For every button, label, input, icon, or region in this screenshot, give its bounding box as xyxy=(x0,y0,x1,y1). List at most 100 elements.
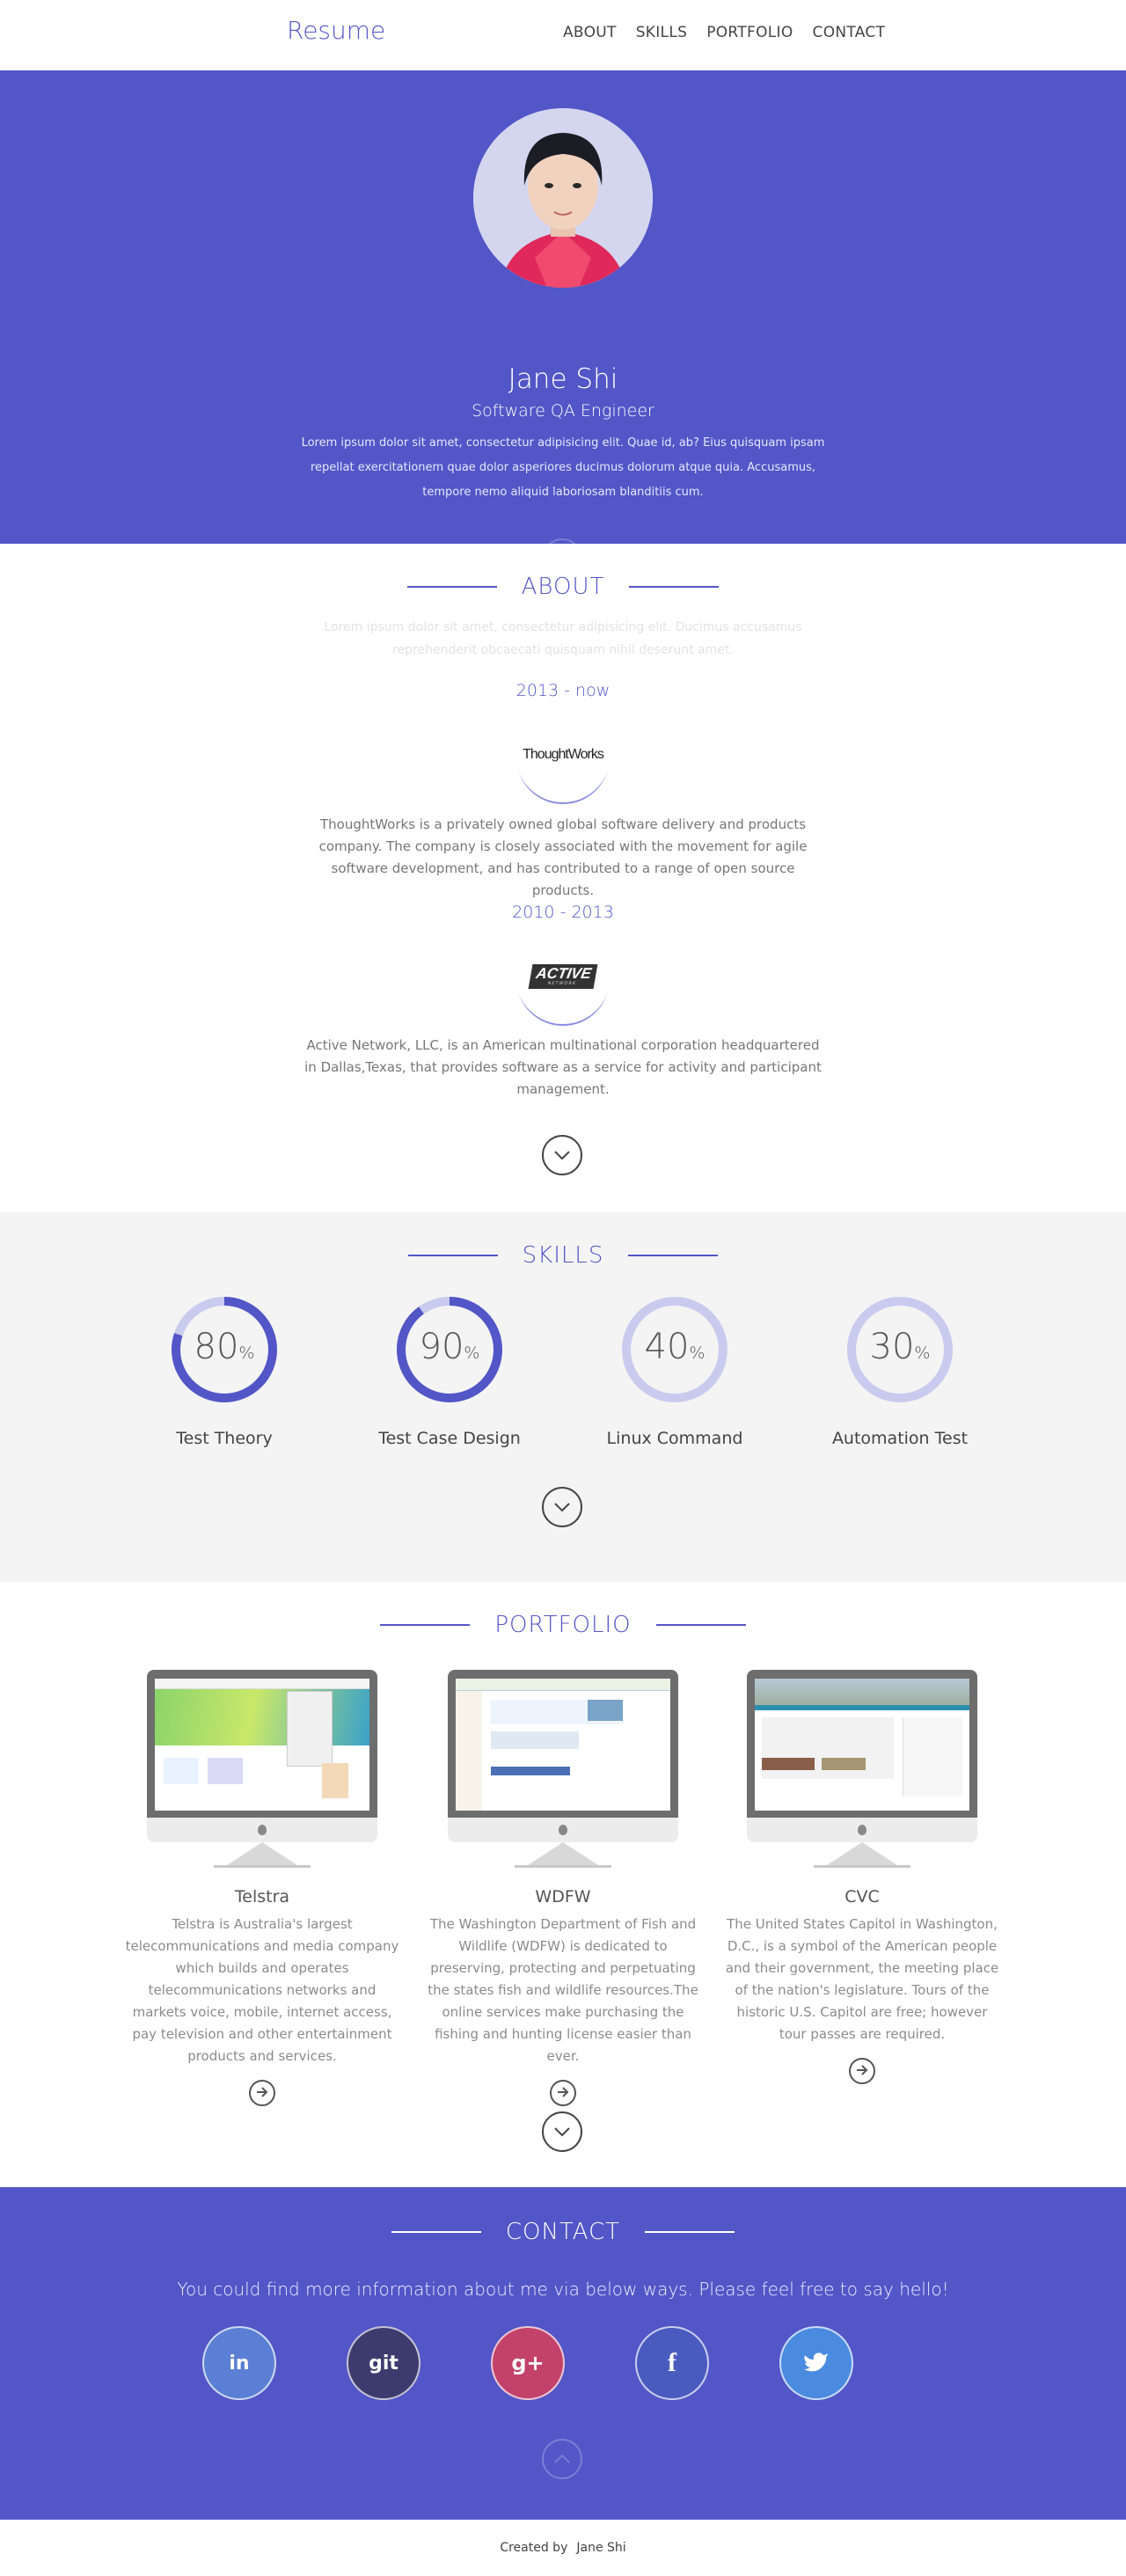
skill-value: 30 xyxy=(869,1327,915,1367)
avatar xyxy=(473,108,653,288)
section-title: CONTACT xyxy=(505,2219,621,2245)
monitor-base xyxy=(814,1865,910,1868)
skill-name: Test Case Design xyxy=(378,1429,521,1448)
job-description: Active Network, LLC, is an American mult… xyxy=(304,1037,822,1097)
project-name: Telstra xyxy=(234,1887,290,1906)
apple-icon xyxy=(258,1825,267,1835)
nav-item-portfolio[interactable]: PORTFOLIO xyxy=(706,24,793,41)
scroll-up-button[interactable] xyxy=(542,2439,582,2479)
monitor-mockup[interactable] xyxy=(448,1670,678,1868)
hero-description: Lorem ipsum dolor sit amet, consectetur … xyxy=(301,436,825,499)
scroll-down-button[interactable] xyxy=(542,1135,582,1175)
brand-logo[interactable]: Resume xyxy=(287,16,385,45)
monitor-mockup[interactable] xyxy=(747,1670,977,1868)
skill-item: 80% Test Theory xyxy=(128,1295,321,1448)
about-section: ABOUT Lorem ipsum dolor sit amet, consec… xyxy=(0,544,1126,1212)
divider-line xyxy=(628,1255,719,1256)
portfolio-item: Telstra Telstra is Australia's largest t… xyxy=(121,1670,403,2106)
section-title: SKILLS xyxy=(522,1242,604,1269)
monitor-stand xyxy=(827,1842,897,1865)
skill-value: 80 xyxy=(194,1327,239,1367)
divider-line xyxy=(645,2231,735,2233)
monitor-chin xyxy=(747,1818,977,1842)
skill-item: 90% Test Case Design xyxy=(353,1295,546,1448)
skill-ring: 30% xyxy=(845,1295,954,1404)
skill-value: 40 xyxy=(644,1327,690,1367)
divider-line xyxy=(391,2231,481,2233)
active-network-logo: ACTIVE NETWORK xyxy=(515,929,611,1024)
skill-name: Automation Test xyxy=(831,1429,969,1448)
nav-item-contact[interactable]: CONTACT xyxy=(813,24,886,41)
hero-name: Jane Shi xyxy=(508,363,618,395)
arrow-right-icon xyxy=(557,2085,569,2102)
about-subtitle: Lorem ipsum dolor sit amet, consectetur … xyxy=(324,620,802,657)
skill-percent: 80% xyxy=(170,1327,279,1367)
monitor-frame xyxy=(747,1670,977,1818)
skill-item: 30% Automation Test xyxy=(803,1295,997,1448)
monitor-mockup[interactable] xyxy=(147,1670,377,1868)
portfolio-heading: PORTFOLIO xyxy=(0,1612,1126,1638)
project-link-button[interactable] xyxy=(249,2080,275,2106)
percent-unit: % xyxy=(689,1343,706,1363)
twitter-icon xyxy=(803,2351,830,2375)
skill-percent: 40% xyxy=(620,1327,729,1367)
facebook-link[interactable]: f xyxy=(635,2326,709,2400)
skill-value: 90 xyxy=(419,1327,464,1367)
github-icon: git xyxy=(369,2352,398,2375)
scroll-down-button[interactable] xyxy=(542,1487,582,1527)
nav-item-about[interactable]: ABOUT xyxy=(563,24,617,41)
created-by-label: Created by xyxy=(500,2541,568,2555)
chevron-down-icon xyxy=(553,1147,571,1164)
project-description: The Washington Department of Fish and Wi… xyxy=(428,1916,698,2064)
wdfw-screenshot xyxy=(456,1679,670,1811)
linkedin-link[interactable]: in xyxy=(202,2326,276,2400)
skill-ring: 90% xyxy=(395,1295,504,1404)
skill-name: Linux Command xyxy=(606,1429,743,1448)
project-name: WDFW xyxy=(535,1887,591,1906)
cvc-screenshot xyxy=(755,1679,969,1811)
section-title: PORTFOLIO xyxy=(494,1612,632,1638)
company-logo-text: ACTIVE xyxy=(534,965,593,982)
divider-line xyxy=(655,1624,746,1626)
github-link[interactable]: git xyxy=(347,2326,420,2400)
project-name: CVC xyxy=(844,1887,880,1906)
portfolio-item: WDFW The Washington Department of Fish a… xyxy=(422,1670,704,2106)
arrow-right-icon xyxy=(856,2063,868,2080)
top-navbar: Resume ABOUT SKILLS PORTFOLIO CONTACT xyxy=(0,0,1126,70)
skill-item: 40% Linux Command xyxy=(578,1295,771,1448)
chevron-down-icon xyxy=(553,1499,571,1516)
arrow-right-icon xyxy=(256,2085,268,2102)
author-link[interactable]: Jane Shi xyxy=(576,2541,625,2555)
chevron-up-icon xyxy=(553,2451,571,2468)
twitter-link[interactable] xyxy=(779,2326,853,2400)
nav-item-skills[interactable]: SKILLS xyxy=(636,24,688,41)
skills-heading: SKILLS xyxy=(0,1242,1126,1269)
project-link-button[interactable] xyxy=(550,2080,576,2106)
scroll-down-button[interactable] xyxy=(542,2111,582,2152)
contact-message: You could find more information about me… xyxy=(177,2279,949,2300)
divider-line xyxy=(407,1255,498,1256)
monitor-chin xyxy=(448,1818,678,1842)
skills-section: SKILLS 80% Test Theory 90% Test Case Des… xyxy=(0,1212,1126,1582)
hero-job-title: Software QA Engineer xyxy=(472,401,654,421)
job-period: 2013 - now xyxy=(515,681,611,700)
facebook-icon: f xyxy=(668,2348,676,2377)
hero-section: Jane Shi Software QA Engineer Lorem ipsu… xyxy=(0,70,1126,579)
project-link-button[interactable] xyxy=(849,2058,875,2084)
telstra-screenshot xyxy=(155,1679,369,1811)
monitor-base xyxy=(214,1865,311,1868)
about-heading: ABOUT xyxy=(0,574,1126,600)
job-period: 2010 - 2013 xyxy=(512,903,614,922)
divider-line xyxy=(380,1624,471,1626)
chevron-down-icon xyxy=(553,2124,571,2141)
google-plus-icon: g+ xyxy=(511,2351,545,2375)
google-plus-link[interactable]: g+ xyxy=(491,2326,565,2400)
skill-percent: 30% xyxy=(845,1327,954,1367)
footer: Created by Jane Shi xyxy=(0,2520,1126,2576)
linkedin-icon: in xyxy=(229,2352,250,2375)
percent-unit: % xyxy=(238,1343,255,1363)
contact-heading: CONTACT xyxy=(0,2219,1126,2245)
section-title: ABOUT xyxy=(521,574,605,600)
company-logo-text: ThoughtWorks xyxy=(523,747,604,762)
project-description: Telstra is Australia's largest telecommu… xyxy=(125,1916,399,2064)
